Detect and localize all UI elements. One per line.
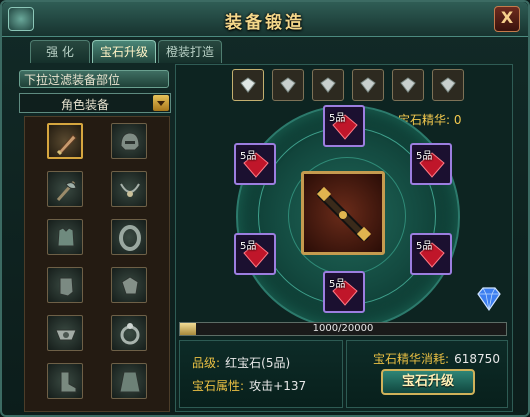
gem-type-slot[interactable] <box>352 69 384 101</box>
gem-grade-label: 5品 <box>240 241 257 252</box>
cost-value: 618750 <box>454 352 500 366</box>
gem-slot[interactable]: 5品 <box>410 143 452 185</box>
grade-value: 红宝石(5品) <box>225 356 291 370</box>
gem-slot[interactable]: 5品 <box>234 233 276 275</box>
tab-gem-upgrade[interactable]: 宝石升级 <box>92 40 156 63</box>
close-button[interactable]: X <box>494 6 520 32</box>
staff-icon <box>316 186 372 242</box>
equip-slot-necklace[interactable] <box>111 171 147 207</box>
left-panel: 下拉过滤装备部位 角色装备 <box>17 64 171 412</box>
gem-grade-row: 品级: 红宝石(5品) <box>192 352 290 371</box>
center-item-slot[interactable] <box>301 171 385 255</box>
glove-icon <box>121 276 139 295</box>
dropdown-value: 角色装备 <box>60 98 109 112</box>
ring-icon <box>120 323 140 345</box>
diamond-icon[interactable] <box>474 285 504 313</box>
gem-grade-label: 5品 <box>329 113 346 124</box>
chevron-down-icon[interactable] <box>153 95 169 111</box>
filter-header: 下拉过滤装备部位 <box>19 70 169 88</box>
equip-slot-ring[interactable] <box>111 315 147 351</box>
white-gem-icon <box>360 77 376 93</box>
helmet-icon <box>120 132 140 151</box>
equip-slot-glove[interactable] <box>111 267 147 303</box>
white-gem-icon <box>440 77 456 93</box>
gem-attr-row: 宝石属性: 攻击+137 <box>192 375 306 394</box>
gauntlet-icon <box>59 277 74 297</box>
white-gem-icon <box>320 77 336 93</box>
forge-window: 装备锻造 X 强 化 宝石升级 橙装打造 下拉过滤装备部位 角色装备 宝石精华:… <box>0 0 530 417</box>
cost-box: 宝石精华消耗: 618750 宝石升级 <box>346 340 508 408</box>
gem-slot[interactable]: 5品 <box>410 233 452 275</box>
white-gem-icon <box>400 77 416 93</box>
window-title: 装备锻造 <box>225 13 305 33</box>
axe-icon <box>56 181 77 201</box>
belt-icon <box>55 329 77 341</box>
equip-slot-boot[interactable] <box>47 363 83 399</box>
white-gem-icon <box>280 77 296 93</box>
equip-slot-gauntlet[interactable] <box>47 267 83 303</box>
equip-slot-dagger[interactable] <box>47 123 83 159</box>
white-gem-icon <box>240 77 256 93</box>
tab-orange-forge[interactable]: 橙装打造 <box>158 40 222 63</box>
gem-upgrade-button[interactable]: 宝石升级 <box>381 369 475 395</box>
cape-icon <box>119 371 141 393</box>
cost-label: 宝石精华消耗: <box>373 352 450 366</box>
progress-bar: 1000/20000 <box>179 322 507 336</box>
equip-filter-dropdown[interactable]: 角色装备 <box>19 93 171 113</box>
gem-grade-label: 5品 <box>329 279 346 290</box>
gem-type-slot[interactable] <box>232 69 264 101</box>
progress-text: 1000/20000 <box>312 323 374 334</box>
necklace-icon <box>120 183 140 197</box>
essence-value: 0 <box>453 113 462 127</box>
gem-type-slot[interactable] <box>392 69 424 101</box>
grade-label: 品级: <box>192 356 221 370</box>
gem-slot[interactable]: 5品 <box>323 271 365 313</box>
boot-icon <box>60 371 77 393</box>
gem-slot[interactable]: 5品 <box>234 143 276 185</box>
gem-type-slot[interactable] <box>312 69 344 101</box>
cost-row: 宝石精华消耗: 618750 <box>373 348 500 367</box>
equipment-list <box>24 116 170 412</box>
gem-type-slot[interactable] <box>432 69 464 101</box>
equip-slot-armor[interactable] <box>47 219 83 255</box>
tab-enhance[interactable]: 强 化 <box>30 40 90 63</box>
equip-slot-axe[interactable] <box>47 171 83 207</box>
gem-grade-label: 5品 <box>416 241 433 252</box>
gem-upgrade-panel: 宝石精华: 0 5品 5品 5品 5品 5品 5品 1000/20000 品级:… <box>175 64 513 412</box>
equip-slot-bracelet[interactable] <box>111 219 147 255</box>
gem-grade-label: 5品 <box>240 151 257 162</box>
dagger-icon <box>56 134 77 156</box>
equip-slot-belt[interactable] <box>47 315 83 351</box>
equip-slot-cape[interactable] <box>111 363 147 399</box>
attr-label: 宝石属性: <box>192 379 245 393</box>
bracelet-icon <box>119 225 141 251</box>
gem-info-box: 品级: 红宝石(5品) 宝石属性: 攻击+137 <box>179 340 343 408</box>
attr-value: 攻击+137 <box>249 379 307 393</box>
gem-slot[interactable]: 5品 <box>323 105 365 147</box>
equip-slot-helmet[interactable] <box>111 123 147 159</box>
gem-grade-label: 5品 <box>416 151 433 162</box>
armor-icon <box>57 227 75 247</box>
gem-type-slot[interactable] <box>272 69 304 101</box>
title-bar[interactable]: 装备锻造 X <box>2 2 528 37</box>
